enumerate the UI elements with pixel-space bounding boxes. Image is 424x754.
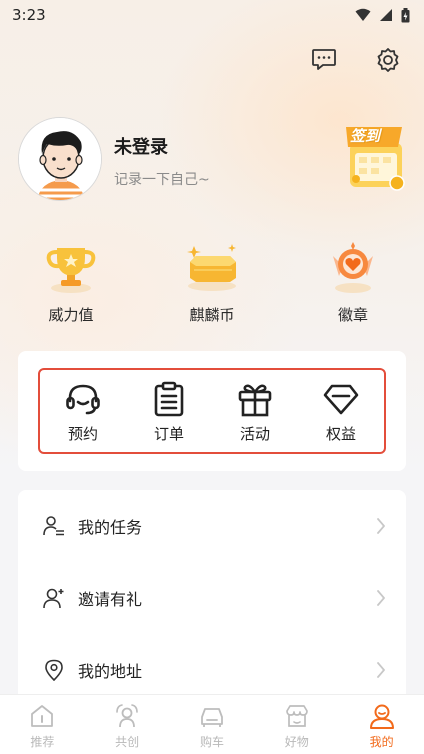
service-reservation[interactable]: 预约 [43, 379, 123, 444]
menu-item-label: 邀请有礼 [78, 590, 143, 609]
message-button[interactable] [310, 46, 338, 74]
status-icons [355, 7, 410, 23]
assets-row: 威力值 麒麟币 徽章 [0, 240, 424, 332]
car-icon [201, 708, 223, 727]
bottom-tab-bar: 推荐 共创 购车 好物 我的 [0, 694, 424, 754]
menu-item-invite[interactable]: 邀请有礼 [18, 562, 406, 634]
profile-section: 未登录 记录一下自己~ 签到 [18, 117, 408, 201]
checkin-button[interactable]: 签到 [344, 125, 408, 195]
service-label: 活动 [239, 424, 270, 443]
avatar[interactable] [18, 117, 102, 201]
tab-label: 购车 [199, 735, 224, 749]
tab-mine[interactable]: 我的 [352, 701, 412, 750]
settings-button[interactable] [374, 46, 402, 74]
top-actions [310, 46, 402, 74]
chevron-right-icon [377, 518, 385, 534]
diamond-icon [323, 384, 359, 414]
service-activities[interactable]: 活动 [215, 379, 295, 444]
asset-label: 徽章 [337, 306, 368, 324]
avatar-illustration [19, 118, 101, 200]
asset-qilin-coin[interactable]: 麒麟币 [157, 240, 267, 325]
service-label: 订单 [153, 424, 184, 443]
message-icon [312, 49, 336, 70]
tab-label: 推荐 [30, 735, 55, 749]
tab-label: 共创 [115, 735, 140, 749]
tab-buy-car[interactable]: 购车 [182, 701, 242, 750]
gold-bar-icon [187, 244, 236, 291]
tab-recommend[interactable]: 推荐 [12, 701, 72, 750]
gear-icon [377, 48, 399, 72]
asset-badge[interactable]: 徽章 [298, 240, 408, 325]
home-icon [31, 705, 54, 727]
asset-label: 威力值 [48, 306, 94, 324]
checkin-label: 签到 [350, 127, 381, 145]
community-icon [116, 704, 138, 728]
service-label: 权益 [325, 424, 356, 443]
shop-icon [285, 705, 308, 727]
service-label: 预约 [67, 424, 98, 443]
tab-co-create[interactable]: 共创 [97, 701, 157, 750]
service-benefits[interactable]: 权益 [301, 379, 381, 444]
gift-icon [238, 384, 272, 416]
clipboard-icon [154, 381, 184, 416]
asset-label: 麒麟币 [189, 306, 235, 324]
nickname[interactable]: 未登录 [114, 133, 168, 159]
chevron-right-icon [377, 662, 385, 678]
battery-icon [401, 7, 410, 22]
task-user-icon [43, 516, 64, 536]
menu-list: 我的任务 邀请有礼 我的地址 [18, 490, 406, 702]
trophy-icon [46, 248, 96, 293]
tab-good-stuff[interactable]: 好物 [267, 701, 327, 750]
chevron-right-icon [377, 590, 385, 606]
service-highlight-frame: 预约 订单 活动 权益 [38, 368, 386, 454]
signature: 记录一下自己~ [114, 172, 210, 188]
tab-label: 好物 [284, 735, 309, 749]
menu-item-my-tasks[interactable]: 我的任务 [18, 490, 406, 562]
wifi-icon [355, 8, 371, 21]
menu-item-label: 我的地址 [78, 662, 143, 681]
status-bar: 3:23 [0, 0, 424, 30]
asset-power-value[interactable]: 威力值 [16, 240, 126, 325]
badge-icon [333, 242, 373, 293]
invite-user-icon [43, 588, 64, 609]
menu-item-label: 我的任务 [78, 518, 143, 537]
tab-label: 我的 [369, 735, 394, 749]
service-card: 预约 订单 活动 权益 [18, 351, 406, 471]
status-time: 3:23 [12, 6, 46, 24]
location-pin-icon [45, 659, 63, 681]
service-orders[interactable]: 订单 [129, 379, 209, 444]
signal-icon [380, 9, 392, 21]
profile-icon [369, 704, 394, 729]
headset-icon [66, 384, 100, 414]
